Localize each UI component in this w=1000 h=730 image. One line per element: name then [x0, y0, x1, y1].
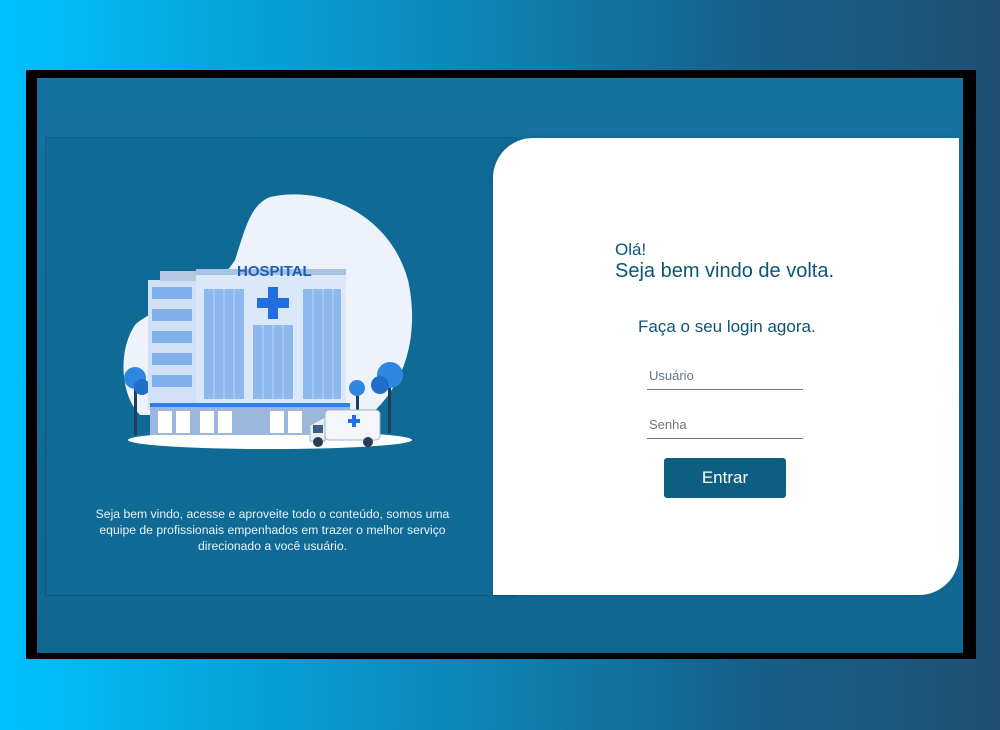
login-button[interactable]: Entrar [664, 458, 786, 498]
username-input[interactable] [647, 364, 803, 390]
greeting-subtitle: Seja bem vindo de volta. [615, 260, 835, 282]
password-input[interactable] [647, 413, 803, 439]
hospital-sign: HOSPITAL [237, 263, 312, 280]
hospital-illustration: HOSPITAL [123, 194, 413, 449]
greeting-title: Olá! [615, 240, 647, 259]
building-left-wing [148, 280, 196, 410]
welcome-description: Seja bem vindo, acesse e aproveite todo … [95, 507, 450, 553]
login-heading: Faça o seu login agora. [638, 317, 816, 336]
